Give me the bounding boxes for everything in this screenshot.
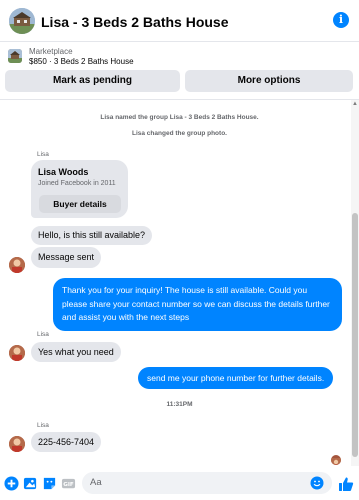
sender-name: Lisa <box>37 151 49 158</box>
lisa-avatar[interactable] <box>9 345 25 361</box>
lisa-avatar[interactable] <box>9 257 25 273</box>
seen-indicator-avatar <box>331 455 341 465</box>
message-bubble-incoming[interactable]: 225-456-7404 <box>31 432 102 452</box>
message-input-placeholder: Aa <box>90 477 102 488</box>
scroll-up-arrow[interactable]: ▲ <box>352 101 358 107</box>
svg-text:GIF: GIF <box>63 482 74 488</box>
marketplace-panel: Marketplace $850 · 3 Beds 2 Baths House … <box>0 42 359 100</box>
image-icon[interactable] <box>23 476 38 491</box>
lisa-avatar[interactable] <box>9 436 25 452</box>
chat-title[interactable]: Lisa - 3 Beds 2 Baths House <box>41 14 229 30</box>
buyer-name: Lisa Woods <box>38 167 89 177</box>
chat-header: Lisa - 3 Beds 2 Baths House i <box>0 0 359 42</box>
buyer-profile-card: Lisa Woods Joined Facebook in 2011 Buyer… <box>31 160 128 218</box>
message-bubble-incoming[interactable]: Yes what you need <box>31 342 121 362</box>
message-timestamp: 11:31PM <box>166 401 193 408</box>
system-message: Lisa named the group Lisa - 3 Beds 2 Bat… <box>100 114 259 121</box>
message-bubble-outgoing[interactable]: send me your phone number for further de… <box>138 367 334 389</box>
add-icon[interactable] <box>4 476 19 491</box>
like-icon[interactable] <box>338 476 354 492</box>
message-bubble-outgoing[interactable]: Thank you for your inquiry! The house is… <box>53 278 342 331</box>
message-input[interactable]: Aa <box>82 472 332 494</box>
more-options-button[interactable]: More options <box>185 70 353 92</box>
sender-name: Lisa <box>37 331 49 338</box>
mark-as-pending-button[interactable]: Mark as pending <box>5 70 180 92</box>
listing-title[interactable]: $850 · 3 Beds 2 Baths House <box>29 57 134 66</box>
sticker-icon[interactable] <box>42 476 57 491</box>
listing-thumbnail[interactable] <box>8 49 22 63</box>
emoji-icon[interactable] <box>310 476 324 490</box>
system-message: Lisa changed the group photo. <box>132 130 227 137</box>
message-composer: GIF Aa <box>0 466 359 500</box>
group-avatar[interactable] <box>9 8 35 34</box>
sender-name: Lisa <box>37 422 49 429</box>
info-icon[interactable]: i <box>333 12 349 28</box>
message-bubble-incoming[interactable]: Message sent <box>31 247 102 268</box>
message-thread: Lisa named the group Lisa - 3 Beds 2 Bat… <box>0 100 359 466</box>
gif-icon[interactable]: GIF <box>61 476 76 491</box>
message-bubble-incoming[interactable]: Hello, is this still available? <box>31 226 153 245</box>
scrollbar-thumb[interactable] <box>352 213 358 457</box>
marketplace-label: Marketplace <box>29 47 73 56</box>
buyer-details-button[interactable]: Buyer details <box>39 195 121 213</box>
buyer-joined-info: Joined Facebook in 2011 <box>38 180 116 187</box>
